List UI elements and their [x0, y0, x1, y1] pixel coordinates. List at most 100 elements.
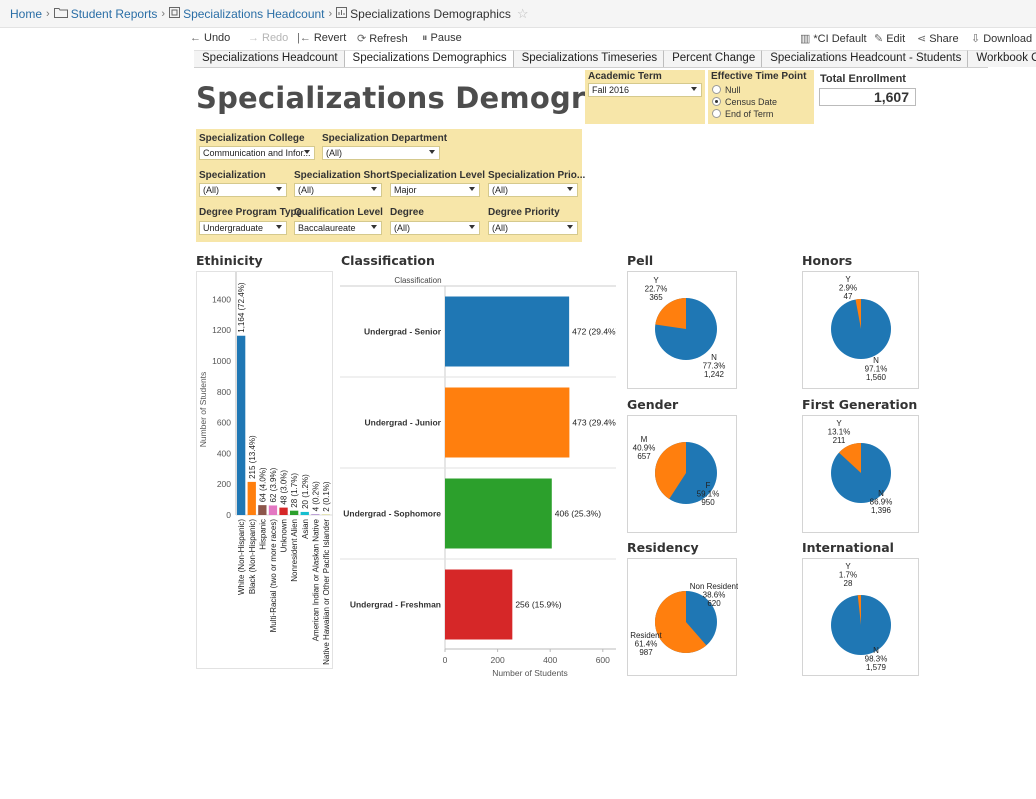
- first-generation-pie-chart: Y13.1%211N86.9%1,396: [828, 419, 893, 515]
- refresh-button[interactable]: ⟳ Refresh: [357, 32, 408, 45]
- radio-census-date-label: Census Date: [725, 97, 778, 107]
- department-value: (All): [326, 148, 342, 158]
- academic-term-select[interactable]: Fall 2016: [588, 83, 702, 97]
- time-point-filter: Effective Time Point Null Census Date En…: [708, 70, 814, 124]
- classification-bar: [445, 569, 513, 640]
- chevron-down-icon: [304, 150, 310, 154]
- x-tick-label: 200: [491, 655, 505, 665]
- tab-specializations-headcount[interactable]: Specializations Headcount: [194, 50, 345, 67]
- breadcrumb-current: Specializations Demographics: [350, 6, 511, 21]
- view-label: *CI Default: [813, 33, 867, 45]
- tab-specializations-headcount-students[interactable]: Specializations Headcount - Students: [762, 50, 969, 67]
- breadcrumb-workbook[interactable]: Specializations Headcount: [183, 7, 324, 21]
- breadcrumb-separator: ›: [46, 7, 50, 20]
- pencil-icon: ✎: [874, 33, 884, 45]
- pause-button[interactable]: ⏸ Pause: [422, 32, 462, 45]
- toolbar: ← Undo → Redo |← Revert ⟳ Refresh ⏸ Pause ▥ *C…: [190, 29, 1036, 49]
- edit-button[interactable]: ✎ Edit: [874, 32, 905, 45]
- pie-count-m: 657: [637, 452, 651, 461]
- pie-count-y: 47: [844, 292, 853, 301]
- breadcrumb-home[interactable]: Home: [10, 7, 42, 21]
- x-tick-label: 0: [443, 655, 448, 665]
- tab-workbook-overview[interactable]: Workbook Overview: [968, 50, 1036, 67]
- redo-button[interactable]: → Redo: [248, 32, 288, 44]
- download-button[interactable]: ⇩ Download: [971, 32, 1032, 45]
- radio-end-of-term-label: End of Term: [725, 109, 774, 119]
- pie-count-y: 28: [844, 579, 853, 588]
- pie-count-n: 1,579: [866, 663, 887, 672]
- redo-arrow-icon: →: [248, 32, 259, 44]
- breadcrumb-separator: ›: [161, 7, 166, 20]
- classification-section-title: Classification: [341, 253, 435, 268]
- radio-null[interactable]: Null: [712, 85, 741, 95]
- qualification-select[interactable]: Baccalaureate: [294, 221, 382, 235]
- priority-value: (All): [492, 185, 508, 195]
- ethnicity-bar: [268, 505, 278, 515]
- chevron-down-icon: [371, 225, 377, 229]
- level-value: Major: [394, 185, 417, 195]
- download-icon: ⇩: [971, 33, 981, 45]
- ethnicity-chart-panel: 0 200 400 600 800 1000 1200 1400 Number of Stude…: [196, 271, 333, 669]
- chevron-down-icon: [567, 187, 573, 191]
- sheet-tabs: Specializations Headcount Specialization…: [194, 50, 1036, 67]
- ethnicity-bar-chart: 0 200 400 600 800 1000 1200 1400 Number of Stude…: [198, 272, 333, 665]
- college-label: Specialization College: [199, 133, 305, 144]
- short-select[interactable]: (All): [294, 183, 382, 197]
- priority-label: Specialization Prio...: [488, 170, 586, 181]
- time-point-label: Effective Time Point: [711, 71, 807, 82]
- classification-bar: [445, 387, 570, 458]
- college-select[interactable]: Communication and Infor...: [199, 146, 315, 160]
- refresh-icon: ⟳: [357, 33, 367, 45]
- department-label: Specialization Department: [322, 133, 448, 144]
- degree-priority-select[interactable]: (All): [488, 221, 578, 235]
- classification-category-label: Undergrad - Senior: [364, 327, 442, 337]
- tab-specializations-demographics[interactable]: Specializations Demographics: [344, 50, 514, 67]
- y-tick-label: 600: [217, 418, 231, 428]
- pie-slice-y: [655, 298, 686, 329]
- chevron-down-icon: [469, 187, 475, 191]
- level-select[interactable]: Major: [390, 183, 480, 197]
- tab-percent-change[interactable]: Percent Change: [664, 50, 763, 67]
- redo-label: Redo: [262, 32, 289, 44]
- short-value: (All): [298, 185, 314, 195]
- pie-count-f: 950: [701, 498, 715, 507]
- total-enrollment-label: Total Enrollment: [820, 73, 906, 85]
- y-tick-label: 200: [217, 479, 231, 489]
- share-button[interactable]: ⋖ Share: [917, 32, 959, 45]
- ethnicity-bar: [258, 505, 267, 515]
- dashboard-icon: [336, 6, 348, 21]
- favorite-star-icon[interactable]: ☆: [517, 6, 529, 22]
- y-tick-label: 1200: [212, 325, 231, 335]
- custom-view-button[interactable]: ▥ *CI Default: [800, 32, 867, 45]
- priority-select[interactable]: (All): [488, 183, 578, 197]
- pell-section-title: Pell: [627, 253, 654, 268]
- revert-button[interactable]: |← Revert: [297, 32, 346, 44]
- ethnicity-category-label: Native Hawaiian or Other Pacific Islande…: [322, 519, 331, 665]
- undo-button[interactable]: ← Undo: [190, 32, 230, 44]
- ethnicity-bar: [290, 510, 299, 515]
- classification-bar: [445, 296, 570, 367]
- breadcrumb-student-reports[interactable]: Student Reports: [71, 7, 158, 21]
- specialization-select[interactable]: (All): [199, 183, 287, 197]
- academic-term-value: Fall 2016: [592, 85, 630, 95]
- department-select[interactable]: (All): [322, 146, 440, 160]
- chevron-down-icon: [429, 150, 435, 154]
- radio-census-date[interactable]: Census Date: [712, 97, 777, 107]
- specialization-label: Specialization: [199, 170, 266, 181]
- classification-category-label: Undergrad - Freshman: [350, 600, 441, 610]
- tab-divider: [194, 67, 988, 68]
- classification-column-header: Classification: [394, 276, 441, 285]
- international-chart-panel: Y 1.7% 28 N 98.3% 1,579: [802, 558, 919, 676]
- radio-end-of-term[interactable]: End of Term: [712, 109, 773, 119]
- undo-label: Undo: [204, 32, 231, 44]
- ethnicity-category-label: Multi-Racial (two or more races): [269, 519, 278, 633]
- degree-select[interactable]: (All): [390, 221, 480, 235]
- residency-pie-chart: Resident61.4%987Non Resident38.6%620: [630, 582, 739, 657]
- international-section-title: International: [802, 540, 894, 555]
- chevron-down-icon: [691, 87, 697, 91]
- program-type-select[interactable]: Undergraduate: [199, 221, 287, 235]
- gender-section-title: Gender: [627, 397, 679, 412]
- chevron-down-icon: [469, 225, 475, 229]
- pie-count-n: 1,560: [866, 373, 887, 382]
- tab-specializations-timeseries[interactable]: Specializations Timeseries: [513, 50, 665, 67]
